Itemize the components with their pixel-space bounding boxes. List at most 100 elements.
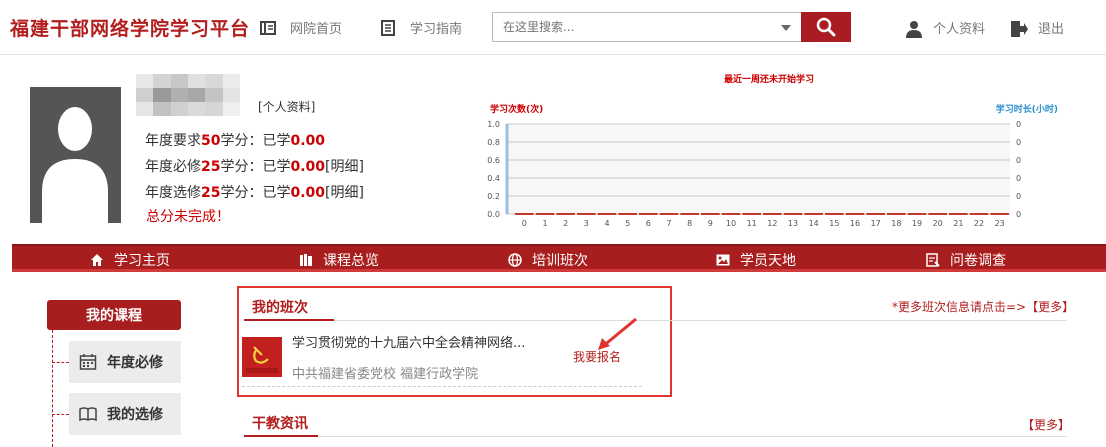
chart-x-tick: 7	[666, 219, 671, 228]
chart-x-tick: 23	[995, 219, 1005, 228]
nav-home-label: 网院首页	[290, 22, 343, 37]
chart-bar	[701, 213, 720, 215]
elective-detail-link[interactable]: [明细]	[325, 185, 364, 201]
survey-icon	[926, 253, 940, 267]
study-chart: 最近一周还未开始学习 学习次数(次) 学习时长(小时) 1.0 0 0.8 0 0.6 0 0.4…	[484, 70, 1064, 235]
chart-x-tick: 21	[953, 219, 963, 228]
annual-required-value: 50	[201, 133, 221, 149]
home-icon	[90, 253, 104, 267]
chart-x-tick: 0	[522, 219, 527, 228]
chart-y-left-tick: 0.4	[487, 174, 500, 183]
annual-required-line: 年度要求50学分：已学0.00	[145, 130, 325, 150]
chart-x-tick: 8	[687, 219, 692, 228]
chart-title: 最近一周还未开始学习	[724, 73, 814, 85]
elective-mid: 学分：已学	[220, 185, 291, 201]
chart-bar	[763, 213, 782, 215]
annual-required-prefix: 年度要求	[145, 133, 201, 149]
menu-student-world[interactable]: 学员天地	[716, 250, 796, 270]
chart-x-tick: 15	[829, 219, 839, 228]
chart-bar	[639, 213, 658, 215]
chart-y-left-tick: 0.6	[487, 156, 500, 165]
chart-x-tick: 6	[646, 219, 651, 228]
news-underline	[244, 435, 318, 437]
course-organizer: 中共福建省委党校 福建行政学院	[292, 367, 479, 382]
course-thumbnail[interactable]	[242, 337, 282, 377]
profile-detail-link[interactable]: [个人资料]	[258, 98, 315, 115]
chevron-down-icon[interactable]	[781, 25, 791, 31]
chart-x-tick: 12	[767, 219, 777, 228]
search-icon	[816, 17, 836, 37]
user-icon	[905, 20, 922, 38]
my-courses-header[interactable]: 我的课程	[47, 300, 181, 330]
chart-x-tick: 22	[974, 219, 984, 228]
open-book-icon	[79, 405, 97, 423]
elective-value: 25	[201, 185, 221, 201]
chart-x-tick: 17	[871, 219, 881, 228]
chart-bar	[928, 213, 947, 215]
elective-prefix: 年度选修	[145, 185, 201, 201]
main-menu: 学习主页 课程总览 培训班次 学员天地 问卷调查	[12, 244, 1106, 272]
sidebar-item-annual-compulsory[interactable]: 年度必修	[69, 341, 181, 383]
books-icon	[299, 253, 313, 267]
my-class-title[interactable]: 我的班次	[252, 297, 308, 317]
profile-link[interactable]: 个人资料	[905, 18, 986, 38]
chart-bar	[969, 213, 989, 215]
menu-study-home-label: 学习主页	[114, 253, 170, 269]
chart-bar	[804, 213, 823, 215]
chart-bar	[949, 213, 968, 215]
pointer-arrow-icon	[598, 317, 637, 350]
chart-x-tick: 16	[850, 219, 860, 228]
my-class-underline	[244, 319, 334, 321]
chart-x-tick: 4	[604, 219, 609, 228]
logout-link[interactable]: 退出	[1010, 18, 1064, 37]
chart-bar	[866, 213, 885, 215]
chart-bar	[515, 213, 534, 215]
more-classes-link[interactable]: *更多班次信息请点击=>【更多】	[892, 298, 1074, 315]
news-title[interactable]: 干教资讯	[252, 413, 308, 433]
more-news-link[interactable]: 【更多】	[1022, 416, 1070, 433]
chart-y-right-label: 学习时长(小时)	[996, 103, 1058, 115]
globe-icon	[508, 253, 522, 267]
chart-x-tick: 9	[708, 219, 713, 228]
chart-y-left-tick: 0.2	[487, 192, 500, 201]
chart-x-tick: 11	[747, 219, 757, 228]
chart-bar	[556, 213, 575, 215]
chart-bar	[659, 213, 679, 215]
chart-bar	[618, 213, 637, 215]
chart-bar	[680, 213, 699, 215]
menu-training-classes[interactable]: 培训班次	[508, 250, 588, 270]
logout-icon	[1010, 20, 1028, 37]
chart-y-left-tick: 0.0	[487, 210, 500, 219]
news-divider	[318, 436, 1067, 437]
menu-student-world-label: 学员天地	[740, 253, 796, 269]
chart-x-tick: 14	[809, 219, 819, 228]
menu-survey-label: 问卷调查	[950, 253, 1006, 269]
search-box	[492, 12, 802, 42]
menu-survey[interactable]: 问卷调查	[926, 250, 1006, 270]
profile-label: 个人资料	[933, 22, 986, 37]
sidebar-tree-branch	[52, 362, 69, 363]
sidebar-item-label: 我的选修	[107, 407, 163, 423]
sidebar-item-my-electives[interactable]: 我的选修	[69, 393, 181, 435]
nav-guide-link[interactable]: 学习指南	[380, 18, 462, 37]
elective-done: 0.00	[290, 185, 326, 201]
search-button[interactable]	[801, 12, 851, 42]
elective-line: 年度选修25学分：已学0.00[明细]	[145, 182, 364, 202]
nav-home-link[interactable]: 网院首页	[260, 18, 342, 37]
user-name-blurred	[136, 74, 240, 116]
nav-guide-label: 学习指南	[410, 22, 463, 37]
chart-y-right-tick: 0	[1016, 138, 1021, 147]
search-input[interactable]	[493, 13, 773, 41]
calendar-icon	[79, 353, 97, 371]
course-title-link[interactable]: 学习贯彻党的十九届六中全会精神网络...	[292, 332, 525, 351]
site-title[interactable]: 福建干部网络学院学习平台	[10, 14, 250, 41]
chart-bar	[845, 213, 865, 215]
chart-y-right-tick: 0	[1016, 156, 1021, 165]
compulsory-line: 年度必修25学分：已学0.00[明细]	[145, 156, 364, 176]
course-row-divider	[242, 386, 642, 387]
sidebar-tree-branch	[52, 414, 69, 415]
menu-course-overview[interactable]: 课程总览	[299, 250, 379, 270]
menu-study-home[interactable]: 学习主页	[90, 250, 170, 270]
compulsory-mid: 学分：已学	[220, 159, 291, 175]
compulsory-detail-link[interactable]: [明细]	[325, 159, 364, 175]
